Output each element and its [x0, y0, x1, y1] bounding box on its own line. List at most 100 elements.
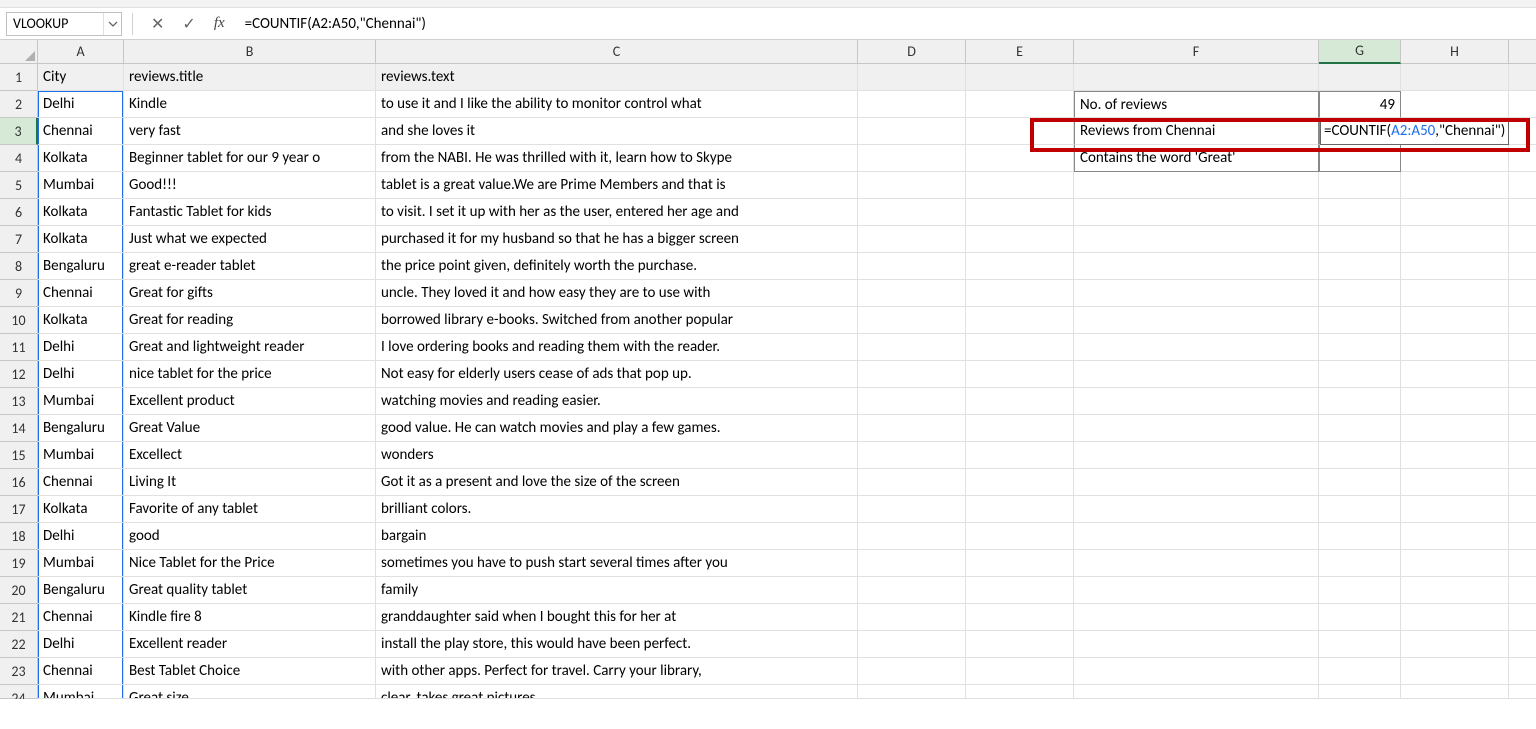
row-header[interactable]: 21: [0, 604, 38, 631]
cell[interactable]: Kolkata: [38, 307, 124, 334]
cell[interactable]: [1509, 469, 1536, 496]
cell[interactable]: [1319, 199, 1401, 226]
cell[interactable]: [1401, 415, 1509, 442]
cell[interactable]: [1401, 685, 1509, 699]
cell[interactable]: [858, 550, 966, 577]
cell[interactable]: [1401, 550, 1509, 577]
cell[interactable]: [1319, 415, 1401, 442]
row-header[interactable]: 8: [0, 253, 38, 280]
cell[interactable]: [1509, 172, 1536, 199]
cell[interactable]: install the play store, this would have …: [376, 631, 858, 658]
cell[interactable]: 49: [1319, 91, 1401, 118]
cell[interactable]: [1401, 253, 1509, 280]
cell[interactable]: [858, 685, 966, 699]
cell[interactable]: Bengaluru: [38, 253, 124, 280]
cell[interactable]: Great and lightweight reader: [124, 334, 376, 361]
cell[interactable]: Kindle fire 8: [124, 604, 376, 631]
cell[interactable]: Got it as a present and love the size of…: [376, 469, 858, 496]
cell[interactable]: [1509, 64, 1536, 91]
cell[interactable]: [1074, 307, 1319, 334]
row-header[interactable]: 23: [0, 658, 38, 685]
cell[interactable]: [1074, 226, 1319, 253]
cell[interactable]: good: [124, 523, 376, 550]
cell[interactable]: [1509, 118, 1536, 145]
cell[interactable]: [1401, 226, 1509, 253]
cell[interactable]: Chennai: [38, 469, 124, 496]
cell[interactable]: [1401, 280, 1509, 307]
cell[interactable]: and she loves it: [376, 118, 858, 145]
row-header[interactable]: 14: [0, 415, 38, 442]
cell[interactable]: Just what we expected: [124, 226, 376, 253]
cell[interactable]: [1401, 469, 1509, 496]
row-header[interactable]: 19: [0, 550, 38, 577]
row-header[interactable]: 17: [0, 496, 38, 523]
cell[interactable]: [966, 631, 1074, 658]
cell[interactable]: [858, 334, 966, 361]
cell[interactable]: [1074, 361, 1319, 388]
cell[interactable]: Delhi: [38, 91, 124, 118]
row-header[interactable]: 20: [0, 577, 38, 604]
cell[interactable]: Chennai: [38, 280, 124, 307]
cell[interactable]: [1401, 577, 1509, 604]
cell[interactable]: purchased it for my husband so that he h…: [376, 226, 858, 253]
cell[interactable]: [1319, 523, 1401, 550]
row-header[interactable]: 12: [0, 361, 38, 388]
cell[interactable]: Kolkata: [38, 199, 124, 226]
cell[interactable]: [966, 334, 1074, 361]
cell-editor[interactable]: =COUNTIF(A2:A50,"Chennai"): [1320, 118, 1509, 145]
col-header-B[interactable]: B: [124, 40, 376, 63]
col-header-A[interactable]: A: [38, 40, 124, 63]
cell[interactable]: [1319, 307, 1401, 334]
cell[interactable]: [966, 199, 1074, 226]
cell[interactable]: [1401, 334, 1509, 361]
cell[interactable]: [1074, 334, 1319, 361]
cell[interactable]: [966, 118, 1074, 145]
row-header[interactable]: 18: [0, 523, 38, 550]
active-cell[interactable]: =COUNTIF(A2:A50,"Chennai"): [1319, 118, 1401, 145]
cell[interactable]: [858, 631, 966, 658]
cell[interactable]: [1509, 145, 1536, 172]
cell[interactable]: Best Tablet Choice: [124, 658, 376, 685]
cell[interactable]: [1319, 172, 1401, 199]
cell[interactable]: [1401, 496, 1509, 523]
cell[interactable]: [966, 523, 1074, 550]
enter-icon[interactable]: ✓: [182, 14, 195, 34]
cell[interactable]: borrowed library e-books. Switched from …: [376, 307, 858, 334]
cell[interactable]: [858, 577, 966, 604]
cell[interactable]: [1401, 64, 1509, 91]
cell[interactable]: [966, 685, 1074, 699]
cell[interactable]: [1401, 604, 1509, 631]
cell[interactable]: No. of reviews: [1074, 91, 1319, 118]
cell[interactable]: [1319, 550, 1401, 577]
row-header[interactable]: 4: [0, 145, 38, 172]
cell[interactable]: [966, 253, 1074, 280]
cell[interactable]: [1074, 577, 1319, 604]
row-header[interactable]: 6: [0, 199, 38, 226]
row-header[interactable]: 22: [0, 631, 38, 658]
cell[interactable]: [1319, 442, 1401, 469]
cell[interactable]: very fast: [124, 118, 376, 145]
row-header[interactable]: 1: [0, 64, 38, 91]
cell[interactable]: [1319, 577, 1401, 604]
cell[interactable]: [1401, 631, 1509, 658]
cell[interactable]: [1074, 415, 1319, 442]
cell[interactable]: tablet is a great value.We are Prime Mem…: [376, 172, 858, 199]
cell[interactable]: Great Value: [124, 415, 376, 442]
cell[interactable]: [966, 469, 1074, 496]
cell[interactable]: [858, 496, 966, 523]
cell[interactable]: [966, 226, 1074, 253]
col-header-I[interactable]: I: [1509, 40, 1536, 63]
cell[interactable]: [1319, 496, 1401, 523]
cell[interactable]: [858, 145, 966, 172]
cell[interactable]: [1319, 64, 1401, 91]
cell[interactable]: Mumbai: [38, 685, 124, 699]
cell[interactable]: [1319, 658, 1401, 685]
cell[interactable]: [1319, 145, 1401, 172]
cell[interactable]: Kolkata: [38, 145, 124, 172]
cell[interactable]: [966, 91, 1074, 118]
cell[interactable]: reviews.text: [376, 64, 858, 91]
cell[interactable]: [966, 415, 1074, 442]
cell[interactable]: [1509, 523, 1536, 550]
cell[interactable]: [1509, 334, 1536, 361]
row-header[interactable]: 9: [0, 280, 38, 307]
